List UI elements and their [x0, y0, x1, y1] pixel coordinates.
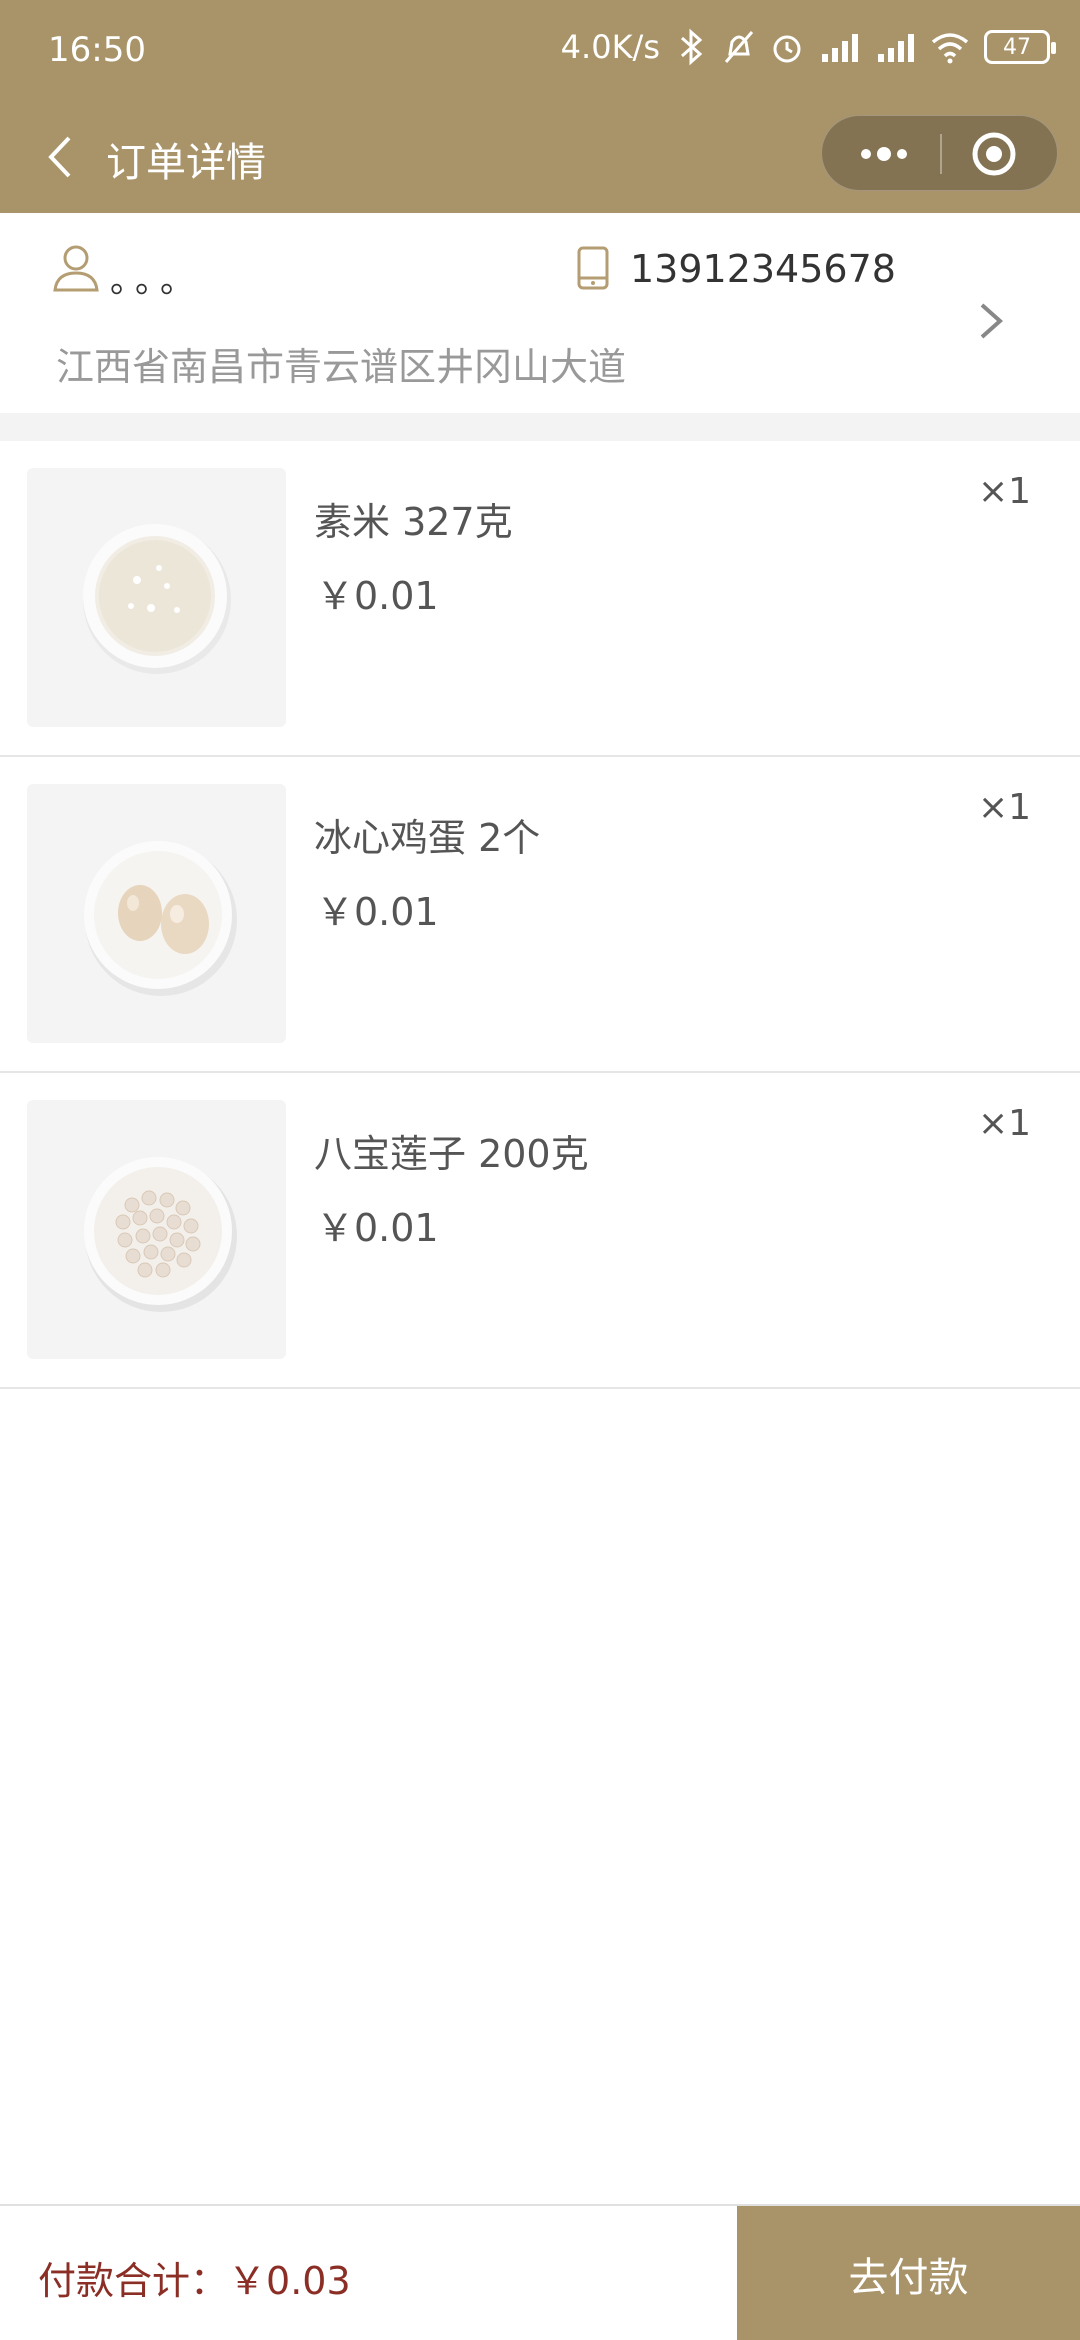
lotus-seeds-plate-image	[84, 1157, 237, 1312]
address-card[interactable]: 。。。 13912345678 江西省南昌市青云谱区井冈山大道	[0, 213, 1080, 413]
alarm-icon	[773, 35, 801, 63]
app-header: 16:50 4.0K/s 47 订单详情	[0, 0, 1080, 213]
product-price: ￥0.01	[316, 890, 439, 934]
eggs-plate-image	[84, 841, 237, 996]
order-item[interactable]: 冰心鸡蛋 2个 ￥0.01 ×1	[0, 757, 1080, 1073]
mini-program-capsule	[821, 115, 1058, 191]
product-quantity: ×1	[978, 787, 1032, 828]
rice-plate-image	[83, 524, 231, 674]
product-quantity: ×1	[978, 1103, 1032, 1144]
user-icon	[53, 245, 99, 292]
chevron-right-icon	[980, 303, 1004, 339]
product-name: 素米 327克	[314, 500, 513, 544]
product-name: 八宝莲子 200克	[314, 1132, 589, 1176]
payment-total: 付款合计：￥0.03	[38, 2250, 351, 2305]
wifi-icon	[931, 33, 969, 64]
target-circle-icon[interactable]	[970, 130, 1018, 178]
product-name: 冰心鸡蛋 2个	[314, 816, 541, 860]
back-button[interactable]	[30, 122, 90, 192]
product-image-lotus-seeds	[27, 1100, 286, 1359]
capsule-divider	[940, 134, 942, 174]
nav-bar: 订单详情	[0, 100, 1080, 213]
product-price: ￥0.01	[316, 574, 439, 618]
more-dots-icon[interactable]	[854, 138, 914, 170]
section-divider	[0, 413, 1080, 441]
network-speed: 4.0K/s	[560, 28, 660, 66]
bluetooth-icon	[681, 28, 703, 66]
phone-icon	[577, 246, 609, 290]
hd-signal-icon	[878, 34, 914, 62]
pay-button[interactable]: 去付款	[737, 2206, 1080, 2340]
status-icons: 4.0K/s 47	[560, 28, 1056, 66]
status-time: 16:50	[48, 30, 146, 70]
product-price: ￥0.01	[316, 1206, 439, 1250]
checkout-bar: 付款合计：￥0.03 去付款	[0, 2204, 1080, 2340]
page-title: 订单详情	[106, 140, 266, 186]
battery-icon: 47	[984, 30, 1056, 64]
total-amount: ￥0.03	[228, 2259, 351, 2303]
status-bar: 16:50 4.0K/s 47	[0, 0, 1080, 100]
product-quantity: ×1	[978, 471, 1032, 512]
product-image-rice	[27, 468, 286, 727]
hd-signal-icon	[822, 34, 858, 62]
receiver-name: 。。。	[110, 261, 202, 301]
receiver-phone: 13912345678	[630, 247, 896, 291]
order-item[interactable]: 八宝莲子 200克 ￥0.01 ×1	[0, 1073, 1080, 1389]
product-image-eggs	[27, 784, 286, 1043]
total-label: 付款合计：	[38, 2259, 229, 2303]
order-item[interactable]: 素米 327克 ￥0.01 ×1	[0, 441, 1080, 757]
chevron-left-icon	[48, 136, 71, 178]
mute-icon	[724, 31, 754, 63]
receiver-address: 江西省南昌市青云谱区井冈山大道	[56, 345, 627, 389]
